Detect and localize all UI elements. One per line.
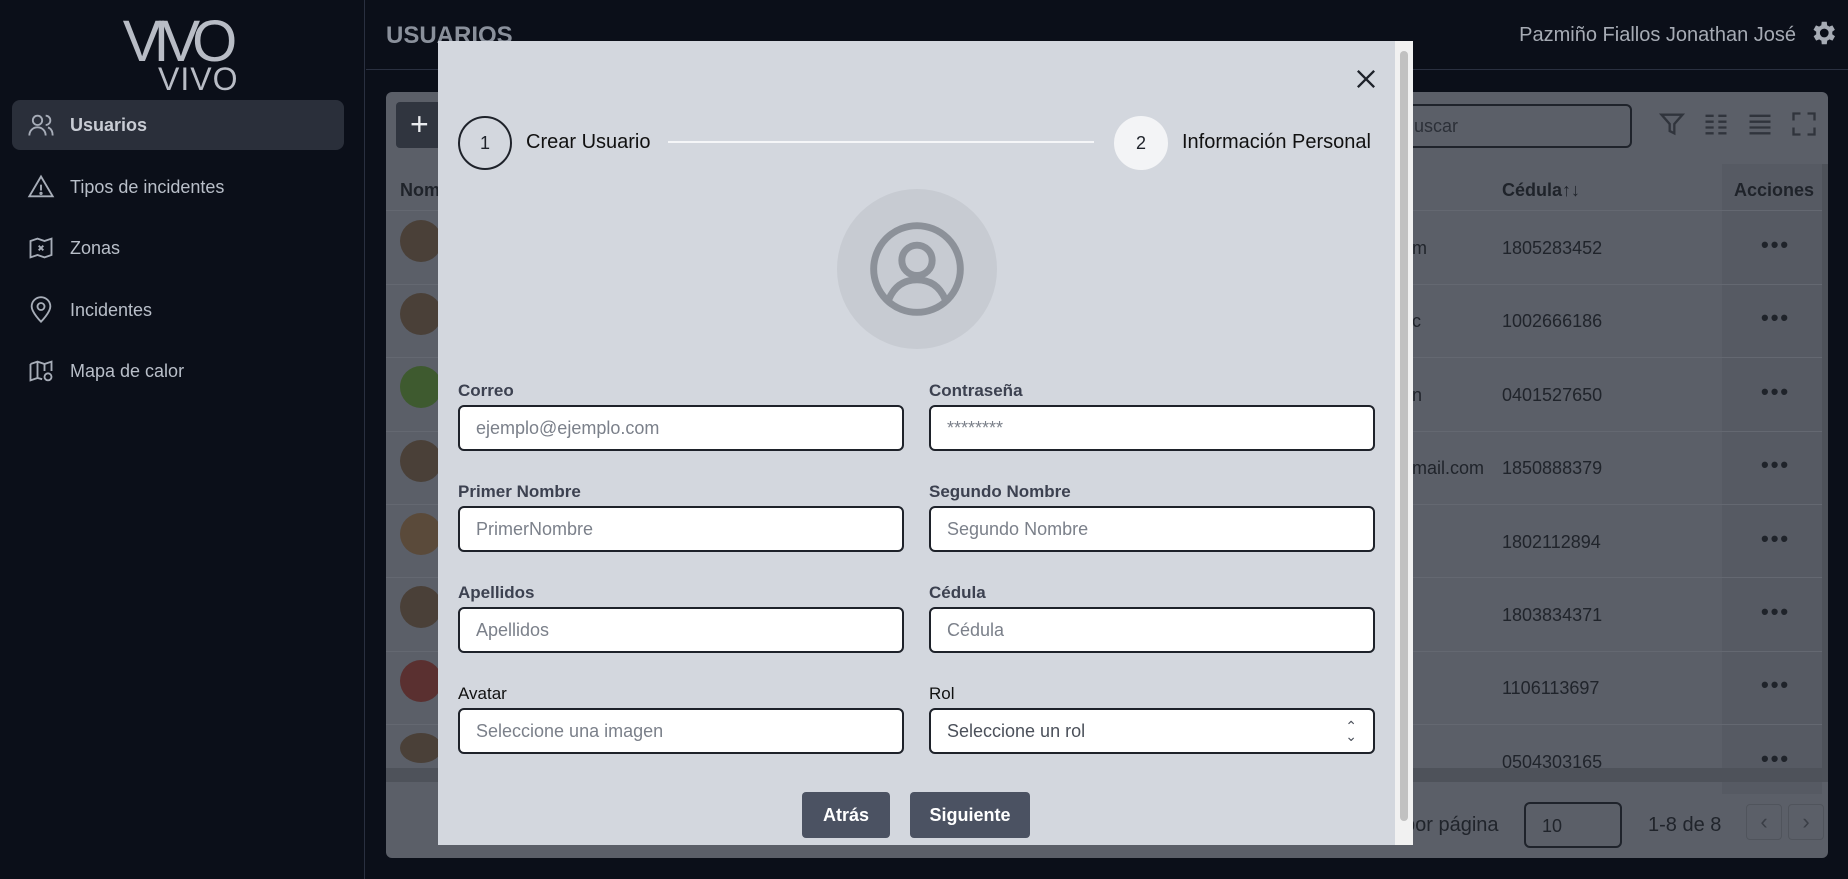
correo-label: Correo <box>458 381 514 400</box>
contrasena-label: Contraseña <box>929 381 1023 400</box>
role-select-value: Seleccione un rol <box>947 720 1086 741</box>
location-pin-icon <box>26 295 56 325</box>
step-2-label: Información Personal <box>1182 131 1371 153</box>
user-name[interactable]: Pazmiño Fiallos Jonathan José <box>1519 24 1796 47</box>
avatar-placeholder <box>837 189 997 349</box>
row-actions-button[interactable]: ••• <box>1761 452 1790 478</box>
stepper-connector <box>668 141 1094 143</box>
password-field[interactable]: ******** <box>929 405 1375 451</box>
second-name-field[interactable]: Segundo Nombre <box>929 506 1375 552</box>
gear-icon[interactable] <box>1808 18 1838 48</box>
cedula-cell: 1802112894 <box>1502 532 1601 552</box>
sidebar-item-label: Mapa de calor <box>70 360 185 381</box>
columns-icon[interactable] <box>1702 110 1732 140</box>
sidebar-item-zonas[interactable]: Zonas <box>12 223 344 273</box>
sidebar-item-usuarios[interactable]: Usuarios <box>12 100 344 150</box>
avatar <box>400 440 442 482</box>
sidebar-item-tipos-incidentes[interactable]: Tipos de incidentes <box>12 162 344 212</box>
column-header-cedula[interactable]: Cédula <box>1502 180 1562 201</box>
avatar-file-input[interactable]: Seleccione una imagen <box>458 708 904 754</box>
prev-page-button[interactable]: ‹ <box>1746 804 1782 840</box>
table-vertical-scrollbar[interactable] <box>1822 164 1828 768</box>
close-icon[interactable] <box>1352 65 1380 93</box>
avatar <box>400 586 442 628</box>
email-cell: c <box>1412 311 1421 331</box>
step-1-indicator: 1 <box>458 116 512 170</box>
first-name-field[interactable]: PrimerNombre <box>458 506 904 552</box>
cedula-cell: 1002666186 <box>1502 311 1603 331</box>
apellidos-label: Apellidos <box>458 583 535 602</box>
sidebar-item-label: Tipos de incidentes <box>70 176 225 197</box>
logo-text-bottom: VIVO <box>158 61 239 97</box>
fullscreen-icon[interactable] <box>1790 110 1820 140</box>
row-actions-button[interactable]: ••• <box>1761 599 1790 625</box>
cedula-cell: 1106113697 <box>1502 678 1600 698</box>
cedula-label: Cédula <box>929 583 986 602</box>
sidebar-item-incidentes[interactable]: Incidentes <box>12 285 344 335</box>
cedula-cell: 0401527650 <box>1502 385 1603 405</box>
rol-label: Rol <box>929 684 955 703</box>
rows-per-page-select[interactable]: 10 <box>1524 802 1622 848</box>
cedula-field[interactable]: Cédula <box>929 607 1375 653</box>
actions-column-bg <box>1722 164 1822 794</box>
heat-map-icon <box>26 356 56 386</box>
column-header-acciones: Acciones <box>1734 180 1815 200</box>
row-actions-button[interactable]: ••• <box>1761 232 1790 258</box>
modal-scrollbar[interactable] <box>1395 41 1413 845</box>
chevron-up-down-icon: ⌃ ⌄ <box>1345 718 1357 744</box>
last-name-field[interactable]: Apellidos <box>458 607 904 653</box>
avatar <box>400 733 442 763</box>
email-cell: m <box>1412 238 1427 258</box>
avatar <box>400 220 442 262</box>
pagination-range: 1-8 de 8 <box>1648 814 1722 836</box>
role-select[interactable]: Seleccione un rol ⌃ ⌄ <box>929 708 1375 754</box>
warning-icon <box>26 172 56 202</box>
row-actions-button[interactable]: ••• <box>1761 672 1790 698</box>
step-1-label: Crear Usuario <box>526 131 651 153</box>
sidebar-item-label: Zonas <box>70 237 121 258</box>
segundo-nombre-label: Segundo Nombre <box>929 482 1071 501</box>
row-actions-button[interactable]: ••• <box>1761 379 1790 405</box>
avatar <box>400 660 442 702</box>
rows-per-page-label: por página <box>1404 814 1499 836</box>
row-actions-button[interactable]: ••• <box>1761 526 1790 552</box>
avatar <box>400 513 442 555</box>
modal-scrollbar-thumb[interactable] <box>1400 51 1408 821</box>
filter-icon[interactable] <box>1658 110 1688 140</box>
create-user-modal: 1 Crear Usuario 2 Información Personal C… <box>438 41 1413 845</box>
sidebar-item-label: Usuarios <box>70 114 148 135</box>
avatar <box>400 366 442 408</box>
users-icon <box>26 110 56 140</box>
sidebar-item-label: Incidentes <box>70 299 153 320</box>
email-cell: mail.com <box>1412 458 1485 478</box>
step-2-indicator: 2 <box>1114 116 1168 170</box>
avatar-label: Avatar <box>458 684 507 703</box>
app-logo: VIVO VIVO <box>106 12 246 97</box>
cedula-cell: 1805283452 <box>1502 238 1603 258</box>
row-actions-button[interactable]: ••• <box>1761 305 1790 331</box>
user-circle-icon <box>870 222 964 316</box>
email-cell: n <box>1412 385 1423 405</box>
sidebar-item-mapa-calor[interactable]: Mapa de calor <box>12 346 344 396</box>
next-button[interactable]: Siguiente <box>910 792 1030 838</box>
primer-nombre-label: Primer Nombre <box>458 482 581 501</box>
avatar <box>400 293 442 335</box>
zone-map-icon <box>26 233 56 263</box>
back-button[interactable]: Atrás <box>802 792 890 838</box>
column-header-name[interactable]: Nom <box>400 180 440 201</box>
search-input[interactable]: Buscar <box>1376 104 1632 148</box>
sort-icon[interactable]: ↑↓ <box>1562 180 1580 201</box>
cedula-cell: 1803834371 <box>1502 605 1603 625</box>
sidebar: VIVO VIVO Usuarios Tipos de incidentes Z… <box>0 0 365 879</box>
email-field[interactable]: ejemplo@ejemplo.com <box>458 405 904 451</box>
cedula-cell: 1850888379 <box>1502 458 1603 478</box>
density-icon[interactable] <box>1746 110 1776 140</box>
next-page-button[interactable]: › <box>1788 804 1824 840</box>
